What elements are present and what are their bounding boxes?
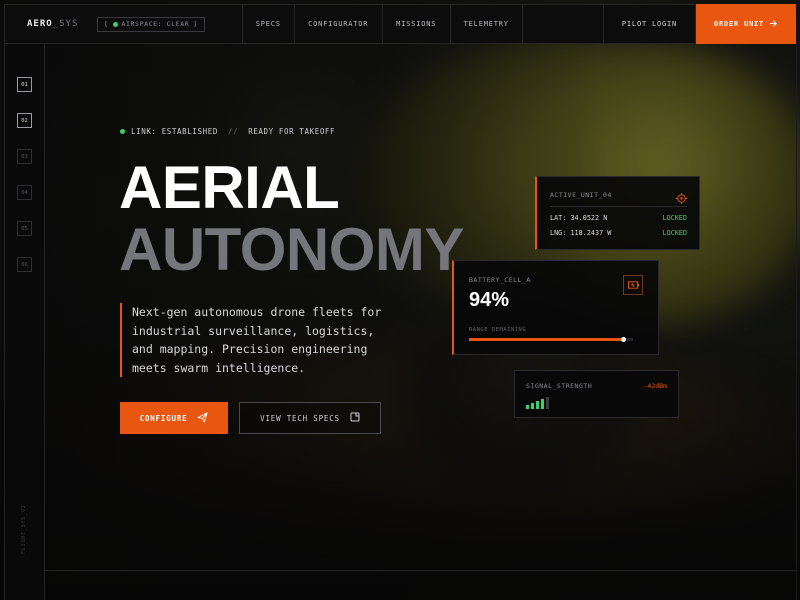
battery-label: BATTERY_CELL_A (469, 276, 531, 284)
longitude-status: LOCKED (662, 229, 687, 237)
rail-item-02[interactable]: 02 (17, 113, 32, 128)
order-unit-button[interactable]: ORDER UNIT (696, 4, 796, 44)
right-divider (796, 44, 797, 600)
signal-value: -42dBm (643, 382, 667, 390)
nav-specs[interactable]: SPECS (243, 5, 295, 43)
rail-item-06[interactable]: 06 (17, 257, 32, 272)
brand-name: AERO (27, 19, 53, 29)
signal-label: SIGNAL_STRENGTH (526, 382, 593, 390)
unit-label: ACTIVE_UNIT_04 (550, 191, 612, 199)
battery-value: 94% (469, 289, 510, 311)
signal-card: SIGNAL_STRENGTH -42dBm (514, 370, 679, 418)
status-separator: // (227, 127, 239, 136)
latitude-row: LAT: 34.0522 N LOCKED (550, 214, 687, 222)
brand-suffix: _SYS (52, 19, 79, 29)
configure-label: CONFIGURE (139, 413, 188, 423)
bottom-divider (45, 570, 796, 571)
brand-logo[interactable]: AERO _SYS (5, 5, 87, 43)
airspace-status-text: AIRSPACE: CLEAR (121, 20, 190, 28)
view-tech-specs-button[interactable]: VIEW TECH SPECS (239, 402, 381, 434)
arrow-right-icon (769, 19, 778, 30)
main-nav: SPECS CONFIGURATOR MISSIONS TELEMETRY (243, 5, 523, 43)
link-status-text: LINK: ESTABLISHED (131, 127, 218, 136)
configure-button[interactable]: CONFIGURE (120, 402, 228, 434)
longitude-row: LNG: 118.2437 W LOCKED (550, 229, 687, 237)
signal-bar (546, 397, 549, 409)
airspace-status-chip: [ AIRSPACE: CLEAR ] (97, 16, 205, 32)
battery-icon (623, 275, 643, 295)
range-progress-knob (620, 337, 626, 342)
battery-card: BATTERY_CELL_A 94% RANGE REMAINING (452, 260, 659, 355)
rail-item-01[interactable]: 01 (17, 77, 32, 92)
takeoff-status-text: READY FOR TAKEOFF (248, 127, 336, 136)
longitude-value: LNG: 118.2437 W (550, 229, 612, 237)
section-rail: 01 02 03 04 05 06 FLIGHT_SYS_V2 (4, 44, 45, 600)
send-arrow-icon (197, 411, 208, 425)
rail-vertical-label: FLIGHT_SYS_V2 (21, 504, 27, 554)
range-label: RANGE REMAINING (469, 327, 527, 333)
nav-configurator[interactable]: CONFIGURATOR (295, 5, 383, 43)
top-navbar: AERO _SYS [ AIRSPACE: CLEAR ] SPECS CONFI… (4, 4, 796, 44)
signal-bars (526, 397, 549, 409)
hero-background-photo (0, 0, 800, 600)
rail-item-04[interactable]: 04 (17, 185, 32, 200)
signal-bar (531, 403, 534, 409)
chip-bracket-close: ] (193, 20, 198, 28)
link-status: LINK: ESTABLISHED // READY FOR TAKEOFF (120, 127, 335, 136)
signal-bar (536, 401, 539, 409)
pilot-login-link[interactable]: PILOT LOGIN (604, 5, 696, 43)
range-progress-fill (469, 338, 624, 341)
hero-description: Next-gen autonomous drone fleets for ind… (120, 303, 400, 377)
rail-item-03[interactable]: 03 (17, 149, 32, 164)
document-icon (350, 412, 360, 424)
view-specs-label: VIEW TECH SPECS (260, 413, 340, 423)
rail-item-05[interactable]: 05 (17, 221, 32, 236)
link-dot-icon (120, 129, 125, 134)
signal-bar (526, 405, 529, 409)
active-unit-card: ACTIVE_UNIT_04 LAT: 34.0522 N LOCKED LNG… (535, 176, 700, 250)
order-unit-label: ORDER UNIT (713, 20, 765, 28)
hero-title-line2: AUTONOMY (119, 216, 464, 283)
chip-bracket-open: [ (104, 20, 109, 28)
signal-bar (541, 399, 544, 409)
hero-title-line1: AERIAL (119, 154, 340, 221)
nav-telemetry[interactable]: TELEMETRY (451, 5, 523, 43)
latitude-status: LOCKED (662, 214, 687, 222)
status-dot-icon (112, 21, 118, 27)
latitude-value: LAT: 34.0522 N (550, 214, 608, 222)
range-progress-bar (469, 337, 633, 342)
nav-missions[interactable]: MISSIONS (383, 5, 451, 43)
